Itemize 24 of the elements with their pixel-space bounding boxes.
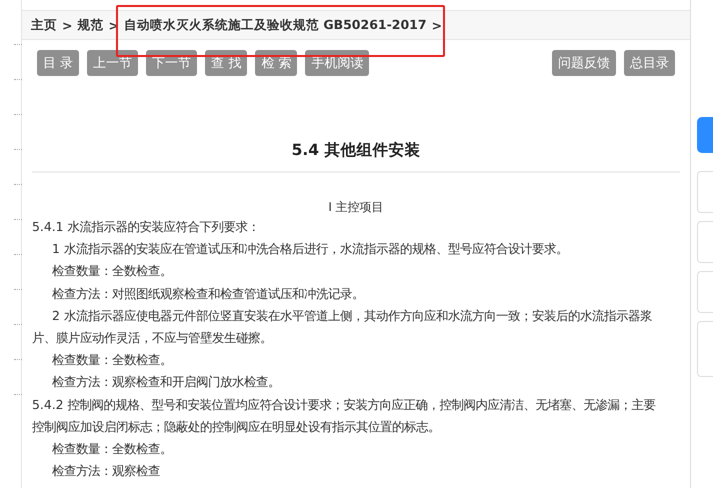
- breadcrumb-separator: >: [432, 18, 442, 32]
- paragraph: 2 水流指示器应使电器元件部位竖直安装在水平管道上侧，其动作方向应和水流方向一致；安装后的水流指示器浆片、膜片应动作灵活，不应与管壁发生碰擦。: [32, 306, 653, 348]
- section-title: 5.4 其他组件安装: [32, 140, 680, 173]
- breadcrumb-separator: >: [62, 18, 72, 32]
- paragraph: 检查数量：全数检查。: [51, 262, 173, 280]
- toolbar-button[interactable]: 上一节: [87, 50, 138, 76]
- toolbar-button[interactable]: 检 索: [255, 50, 298, 76]
- paragraph: 检查方法：观察检查: [51, 462, 161, 480]
- breadcrumb-link[interactable]: 自动喷水灭火系统施工及验收规范 GB50261-2017: [124, 16, 427, 34]
- subheading: Ⅰ 主控项目: [327, 199, 385, 216]
- breadcrumb-link[interactable]: 主页: [31, 16, 57, 34]
- toolbar-button[interactable]: 下一节: [146, 50, 198, 76]
- paragraph: 检查方法：对照图纸观察检查和检查管道试压和冲洗记录。: [51, 284, 365, 303]
- toolbar-button[interactable]: 总目录: [624, 50, 675, 76]
- paragraph: 检查数量：全数检查。: [51, 440, 173, 458]
- toolbar-button[interactable]: 目 录: [37, 50, 80, 76]
- breadcrumb-link[interactable]: 规范: [77, 16, 104, 34]
- paragraph: 5.4.1 水流指示器的安装应符合下列要求：: [32, 218, 260, 236]
- paragraph: 检查数量：全数检查。: [51, 351, 173, 370]
- toolbar-button[interactable]: 问题反馈: [552, 50, 616, 76]
- toolbar-button[interactable]: 查 找: [205, 50, 248, 76]
- paragraph: 检查方法：观察检查和开启阀门放水检查。: [51, 373, 281, 392]
- paragraph: 1 水流指示器的安装应在管道试压和冲洗合格后进行，水流指示器的规格、型号应符合设计要求。: [51, 240, 569, 258]
- paragraph: 5.4.2 控制阀的规格、型号和安装位置均应符合设计要求；安装方向应正确，控制阀内应清洁、无堵塞、无渗漏；主要控制阀应加设启闭标志；隐蔽处的控制阀应在明显处设有指示其位置的标志。: [32, 396, 656, 436]
